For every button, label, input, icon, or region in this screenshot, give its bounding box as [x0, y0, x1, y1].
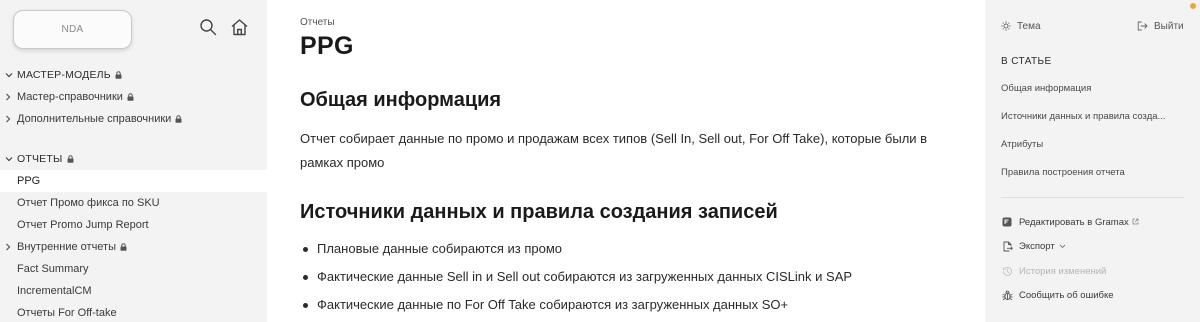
chevron-down-icon [1059, 241, 1066, 252]
lock-icon [115, 71, 122, 79]
lock-icon [175, 115, 182, 123]
lock-icon [127, 93, 134, 101]
report-label: Сообщить об ошибке [1019, 290, 1114, 302]
export-icon [1001, 241, 1013, 253]
sidebar-item-label: Отчет Promo Jump Report [17, 219, 149, 231]
theme-toggle[interactable]: Тема [1001, 19, 1041, 33]
history-icon [1001, 265, 1013, 277]
logout-button[interactable]: Выйти [1137, 19, 1184, 33]
history-label: История изменений [1019, 265, 1107, 277]
sun-icon [1001, 21, 1011, 31]
notification-dot [1190, 3, 1196, 9]
sidebar-item-master-directories[interactable]: Мастер-справочники [0, 86, 267, 108]
sidebar-item-for-off-take-reports[interactable]: Отчеты For Off-take [0, 302, 267, 322]
sidebar-nav: МАСТЕР-МОДЕЛЬ Мастер-справочники Дополни… [0, 64, 267, 322]
sidebar-section-master-model[interactable]: МАСТЕР-МОДЕЛЬ [0, 64, 267, 86]
sidebar-item-incremental-cm[interactable]: IncrementalCM [0, 280, 267, 302]
left-sidebar: NDA МАСТЕР-МОДЕЛЬ Мастер-справочники Доп… [0, 0, 267, 322]
external-link-icon [1132, 217, 1139, 228]
article-content: Отчеты PPG Общая информация Отчет собира… [267, 0, 985, 322]
sidebar-item-label: Fact Summary [17, 263, 89, 275]
theme-label: Тема [1017, 20, 1041, 32]
sidebar-item-label: IncrementalCM [17, 285, 92, 297]
divider [1001, 197, 1184, 198]
lock-icon [67, 155, 74, 163]
export-label: Экспорт [1019, 241, 1055, 253]
sidebar-item-label: Мастер-справочники [17, 91, 123, 103]
bug-icon [1001, 290, 1013, 302]
section-heading-data-sources: Источники данных и правила создания запи… [300, 201, 778, 223]
sidebar-section-label: ОТЧЕТЫ [17, 153, 63, 165]
page-title: PPG [300, 32, 354, 60]
sidebar-item-internal-reports[interactable]: Внутренние отчеты [0, 236, 267, 258]
edit-in-gramax-link[interactable]: Редактировать в Gramax [1001, 210, 1191, 235]
chevron-right-icon [5, 243, 15, 251]
bullet-list: Плановые данные собираются из промо Факт… [300, 239, 852, 322]
toc-item[interactable]: Правила построения отчета [1001, 164, 1191, 192]
list-item: Фактические данные по For Off Take собир… [300, 295, 852, 322]
chevron-down-icon [5, 156, 15, 162]
section-paragraph: Отчет собирает данные по промо и продажа… [300, 131, 928, 170]
article-actions: Редактировать в Gramax Экспорт История и… [1001, 210, 1191, 308]
sidebar-item-fact-summary[interactable]: Fact Summary [0, 258, 267, 280]
chevron-right-icon [5, 93, 15, 101]
sidebar-item-label: Отчет Промо фикса по SKU [17, 197, 160, 209]
table-of-contents: Общая информация Источники данных и прав… [1001, 80, 1191, 192]
logo-text: NDA [61, 24, 84, 35]
breadcrumb[interactable]: Отчеты [300, 17, 335, 28]
sidebar-section-label: МАСТЕР-МОДЕЛЬ [17, 69, 111, 81]
sidebar-item-promo-fix-sku[interactable]: Отчет Промо фикса по SKU [0, 192, 267, 214]
history-link: История изменений [1001, 259, 1191, 284]
chevron-right-icon [5, 115, 15, 123]
toc-item[interactable]: Источники данных и правила созда... [1001, 108, 1191, 136]
list-item: Плановые данные собираются из промо [300, 239, 852, 267]
toc-heading: В СТАТЬЕ [1001, 56, 1052, 67]
sidebar-item-label: Дополнительные справочники [17, 113, 172, 125]
search-icon[interactable] [197, 16, 219, 38]
report-bug-link[interactable]: Сообщить об ошибке [1001, 284, 1191, 309]
edit-label: Редактировать в Gramax [1019, 216, 1129, 228]
sidebar-item-label: PPG [17, 175, 41, 187]
logo[interactable]: NDA [13, 10, 132, 49]
sidebar-item-promo-jump-report[interactable]: Отчет Promo Jump Report [0, 214, 267, 236]
gramax-icon [1001, 216, 1013, 228]
home-icon[interactable] [228, 16, 250, 38]
sidebar-item-ppg[interactable]: PPG [0, 170, 267, 192]
sidebar-item-additional-directories[interactable]: Дополнительные справочники [0, 108, 267, 130]
lock-icon [120, 243, 127, 251]
list-item: Фактические данные Sell in и Sell out со… [300, 267, 852, 295]
logout-label: Выйти [1154, 20, 1184, 32]
section-heading-general-info: Общая информация [300, 89, 502, 111]
sidebar-section-reports[interactable]: ОТЧЕТЫ [0, 148, 267, 170]
chevron-down-icon [5, 72, 15, 78]
right-panel: Тема Выйти В СТАТЬЕ Общая информация Ист… [985, 0, 1200, 322]
toc-item[interactable]: Атрибуты [1001, 136, 1191, 164]
sidebar-item-label: Отчеты For Off-take [17, 307, 117, 319]
export-dropdown[interactable]: Экспорт [1001, 235, 1191, 260]
logout-icon [1137, 21, 1148, 31]
sidebar-item-label: Внутренние отчеты [17, 241, 116, 253]
toc-item[interactable]: Общая информация [1001, 80, 1191, 108]
